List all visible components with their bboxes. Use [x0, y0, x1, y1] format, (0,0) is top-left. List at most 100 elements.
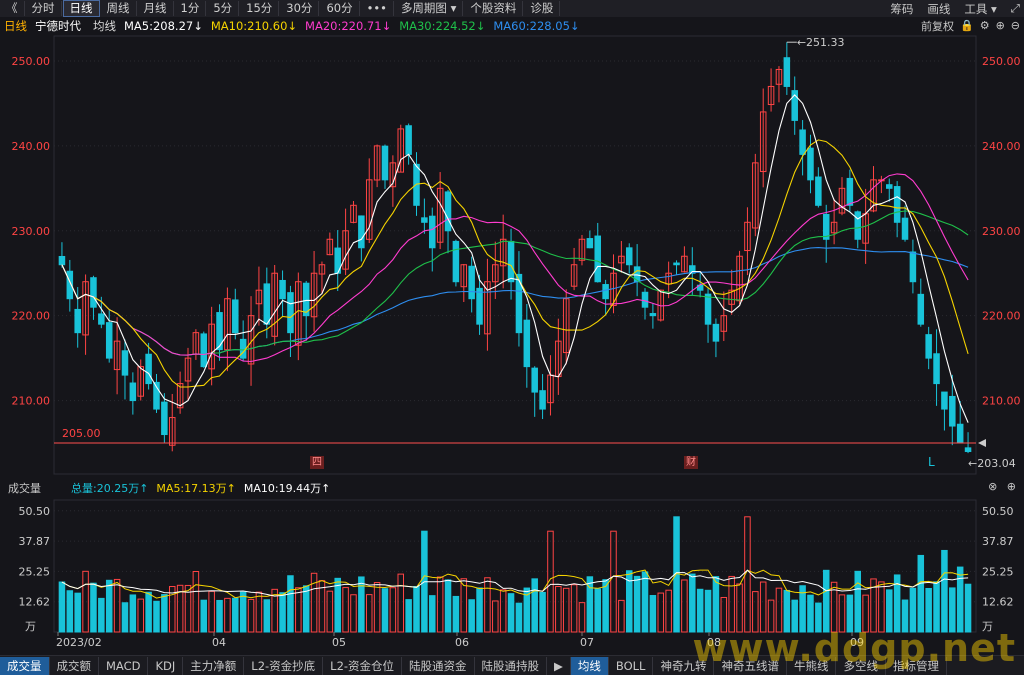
indicator-tab-5[interactable]: L2-资金抄底	[244, 656, 324, 675]
indicator-tab-6[interactable]: L2-资金仓位	[323, 656, 403, 675]
volume-bar	[689, 573, 696, 633]
volume-axis-left: 50.50	[19, 505, 51, 518]
candle-body	[602, 284, 609, 300]
event-marker-finance[interactable]: 财	[684, 456, 698, 469]
volume-axis-left: 37.87	[19, 535, 51, 548]
candle-body	[468, 265, 475, 300]
ma20-line	[61, 173, 969, 363]
close-icon[interactable]: ⊗	[988, 480, 997, 493]
indicator-tab-10[interactable]: 均线	[570, 656, 609, 675]
candle-body	[673, 262, 680, 266]
volume-bar	[964, 583, 972, 633]
ma60-line	[61, 247, 969, 356]
volume-bar	[58, 581, 66, 633]
volume-frame	[53, 499, 977, 633]
volume-bar	[358, 576, 365, 633]
candle-body	[105, 322, 113, 359]
kline-chart[interactable]: 250.00 250.00 240.00 240.00 230.00 230.00 220.…	[0, 0, 1024, 674]
volume-bar	[208, 590, 215, 633]
candle-body	[531, 367, 538, 393]
price-axis-right: 220.00	[982, 310, 1021, 323]
candle-body	[121, 350, 129, 376]
indicator-tab-7[interactable]: 陆股通资金	[402, 656, 475, 675]
zoom-in-icon[interactable]: ⊕	[1007, 480, 1016, 493]
candle-body	[405, 125, 412, 155]
candle-body	[381, 145, 389, 181]
candle-body	[129, 382, 137, 402]
volume-bar	[287, 575, 294, 633]
candle-body	[429, 215, 436, 249]
indicator-tab-8[interactable]: 陆股通持股	[475, 656, 548, 675]
volume-bar	[342, 587, 349, 633]
volume-bar	[365, 594, 373, 633]
price-frame	[53, 35, 977, 475]
price-axis-right: 210.00	[982, 395, 1021, 408]
candle-body	[358, 215, 365, 249]
volume-label[interactable]: 成交量	[8, 480, 41, 496]
indicator-tab-9[interactable]: ▶	[547, 656, 571, 675]
volume-bar	[224, 597, 231, 633]
watermark: www.ddgp.net	[692, 626, 1016, 670]
volume-bar	[618, 599, 625, 633]
volume-bar	[350, 594, 357, 633]
candle-body	[200, 333, 208, 368]
candle-body	[287, 292, 294, 334]
candle-body	[539, 390, 546, 410]
indicator-tab-0[interactable]: 成交量	[0, 656, 50, 675]
volume-bar	[82, 570, 89, 633]
volume-bar	[295, 587, 302, 633]
low-label: ←203.04	[968, 457, 1016, 470]
volume-bar	[302, 585, 310, 633]
candle-body	[239, 338, 247, 359]
candle-body	[949, 395, 956, 427]
price-pointer-icon	[978, 439, 986, 448]
candle-body	[476, 287, 483, 325]
volume-bar	[145, 591, 152, 633]
volume-bar	[941, 549, 948, 633]
candle-body	[964, 447, 972, 453]
candle-body	[956, 423, 964, 444]
volume-bar	[641, 571, 649, 633]
candle-body	[925, 334, 932, 359]
volume-bar	[531, 578, 538, 633]
volume-bar	[570, 584, 578, 633]
candle-body	[712, 323, 720, 342]
volume-header: 成交量 总量:20.25万↑ MA5:17.13万↑ MA10:19.44万↑	[0, 480, 1024, 496]
volume-bar	[66, 590, 74, 633]
indicator-tab-1[interactable]: 成交额	[50, 656, 99, 675]
candle-body	[917, 293, 925, 325]
event-marker-dividend[interactable]: 四	[310, 456, 324, 469]
indicator-tab-4[interactable]: 主力净额	[183, 656, 245, 675]
volume-bar	[917, 554, 925, 633]
volume-bar	[381, 588, 389, 633]
candle-body	[594, 235, 601, 283]
volume-bar	[200, 599, 208, 633]
volume-bar	[452, 595, 460, 633]
candle-body	[444, 191, 452, 232]
indicator-tab-2[interactable]: MACD	[99, 656, 149, 675]
volume-bar	[192, 571, 200, 633]
candle-body	[263, 283, 271, 325]
candle-body	[854, 211, 862, 240]
candle-body	[641, 291, 649, 308]
event-marker-l[interactable]: L	[928, 455, 935, 469]
candle-body	[886, 184, 893, 189]
volume-bar	[413, 586, 420, 633]
volume-bar	[610, 530, 617, 633]
volume-bar	[594, 588, 601, 633]
volume-bar	[822, 569, 830, 633]
candle-body	[625, 247, 633, 266]
volume-ma10-line	[61, 569, 969, 597]
volume-bar	[74, 592, 81, 633]
candle-body	[933, 353, 940, 385]
volume-bar	[539, 591, 546, 633]
volume-controls: ⊗ ⊕	[988, 480, 1016, 493]
indicator-tab-3[interactable]: KDJ	[148, 656, 184, 675]
volume-bar	[98, 597, 105, 633]
candle-body	[783, 57, 791, 87]
candle-body	[74, 308, 81, 334]
volume-bar	[389, 587, 397, 633]
volume-bar	[129, 594, 137, 633]
indicator-tab-11[interactable]: BOLL	[609, 656, 654, 675]
high-label: ←251.33	[797, 36, 845, 49]
